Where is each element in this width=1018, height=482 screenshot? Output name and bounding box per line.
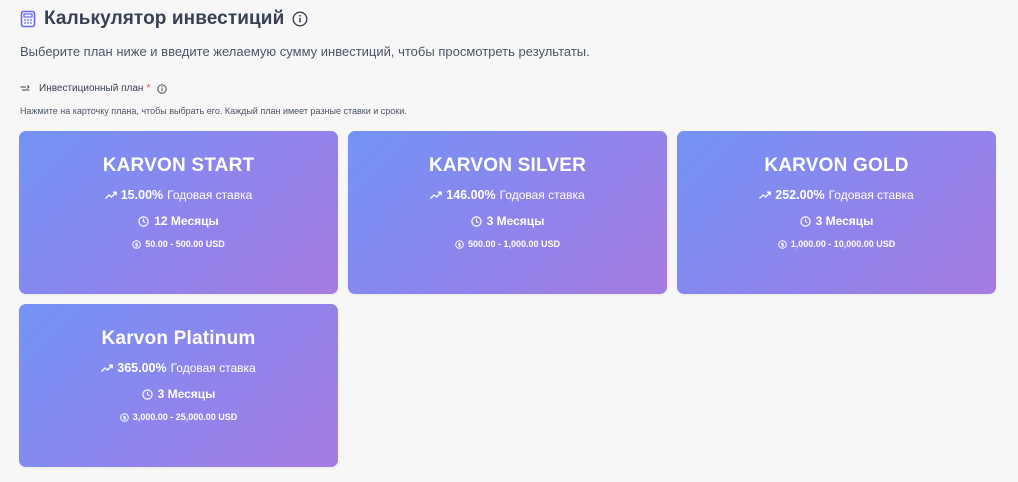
- plan-rate-label: Годовая ставка: [828, 188, 914, 202]
- plan-term-value: 3 Месяцы: [486, 214, 545, 228]
- trending-up-icon: [104, 191, 117, 199]
- plan-range-value: 1,000.00 - 10,000.00 USD: [790, 239, 896, 249]
- plan-rate-label: Годовая ставка: [170, 361, 256, 375]
- trending-up-icon: [759, 191, 772, 199]
- plan-name: KARVON START: [102, 155, 255, 176]
- plan-range-value: 3,000.00 - 25,000.00 USD: [132, 412, 238, 422]
- info-icon[interactable]: [157, 83, 168, 94]
- plan-range: $ 500.00 - 1,000.00 USD: [348, 239, 667, 249]
- plan-rate-value: 15.00%: [120, 188, 164, 202]
- plan-range-value: 500.00 - 1,000.00 USD: [467, 239, 561, 249]
- plan-range: $ 50.00 - 500.00 USD: [19, 239, 338, 249]
- plan-term: 3 Месяцы: [348, 214, 667, 228]
- plan-card-platinum[interactable]: Karvon Platinum 365.00% Годовая ставка 3…: [19, 304, 338, 467]
- plan-name: Karvon Platinum: [101, 328, 256, 349]
- plan-card-silver[interactable]: KARVON SILVER 146.00% Годовая ставка 3 М…: [348, 131, 667, 294]
- plan-term: 3 Месяцы: [677, 214, 996, 228]
- plan-card-start[interactable]: KARVON START 15.00% Годовая ставка 12 Ме…: [19, 131, 338, 294]
- plan-term-value: 3 Месяцы: [815, 214, 874, 228]
- page-header: Калькулятор инвестиций: [20, 8, 308, 30]
- clock-icon: [799, 215, 811, 227]
- dollar-coin-icon: $: [119, 412, 129, 422]
- trending-up-icon: [430, 191, 443, 199]
- plan-rate: 365.00% Годовая ставка: [19, 361, 338, 375]
- plan-rate-value: 365.00%: [117, 361, 167, 375]
- plan-rate-value: 252.00%: [775, 188, 825, 202]
- dollar-coin-icon: $: [777, 239, 787, 249]
- plan-field-hint: Нажмите на карточку плана, чтобы выбрать…: [20, 106, 407, 116]
- dollar-coin-icon: $: [132, 239, 142, 249]
- svg-text:$: $: [458, 242, 462, 248]
- page-title: Калькулятор инвестиций: [44, 8, 285, 29]
- plan-rate: 252.00% Годовая ставка: [677, 188, 996, 202]
- trending-up-icon: [101, 364, 114, 372]
- clock-icon: [141, 388, 153, 400]
- list-icon: [20, 84, 30, 90]
- svg-text:$: $: [780, 242, 784, 248]
- calculator-icon: [20, 10, 36, 28]
- plan-range: $ 1,000.00 - 10,000.00 USD: [677, 239, 996, 249]
- svg-text:$: $: [122, 415, 126, 421]
- clock-icon: [470, 215, 482, 227]
- page-subtitle: Выберите план ниже и введите желаемую су…: [20, 44, 590, 59]
- plan-card-gold[interactable]: KARVON GOLD 252.00% Годовая ставка 3 Мес…: [677, 131, 996, 294]
- plan-name: KARVON SILVER: [428, 155, 587, 176]
- plan-range-value: 50.00 - 500.00 USD: [145, 239, 225, 249]
- dollar-coin-icon: $: [455, 239, 464, 249]
- info-icon[interactable]: [292, 11, 308, 27]
- plan-field-label: Инвестиционный план *: [20, 83, 168, 94]
- plan-name: KARVON GOLD: [764, 155, 909, 176]
- plan-rate-value: 146.00%: [446, 188, 496, 202]
- plan-rate-label: Годовая ставка: [499, 188, 585, 202]
- svg-text:$: $: [135, 242, 139, 248]
- plan-rate: 146.00% Годовая ставка: [348, 188, 667, 202]
- plan-term-value: 12 Месяцы: [154, 214, 219, 228]
- plan-range: $ 3,000.00 - 25,000.00 USD: [19, 412, 338, 422]
- plan-rate: 15.00% Годовая ставка: [19, 188, 338, 202]
- plan-term-value: 3 Месяцы: [157, 387, 216, 401]
- plan-term: 12 Месяцы: [19, 214, 338, 228]
- plan-field-label-text: Инвестиционный план: [39, 83, 144, 94]
- plan-term: 3 Месяцы: [19, 387, 338, 401]
- clock-icon: [138, 215, 149, 227]
- plan-rate-label: Годовая ставка: [167, 188, 253, 202]
- required-mark: *: [146, 83, 151, 94]
